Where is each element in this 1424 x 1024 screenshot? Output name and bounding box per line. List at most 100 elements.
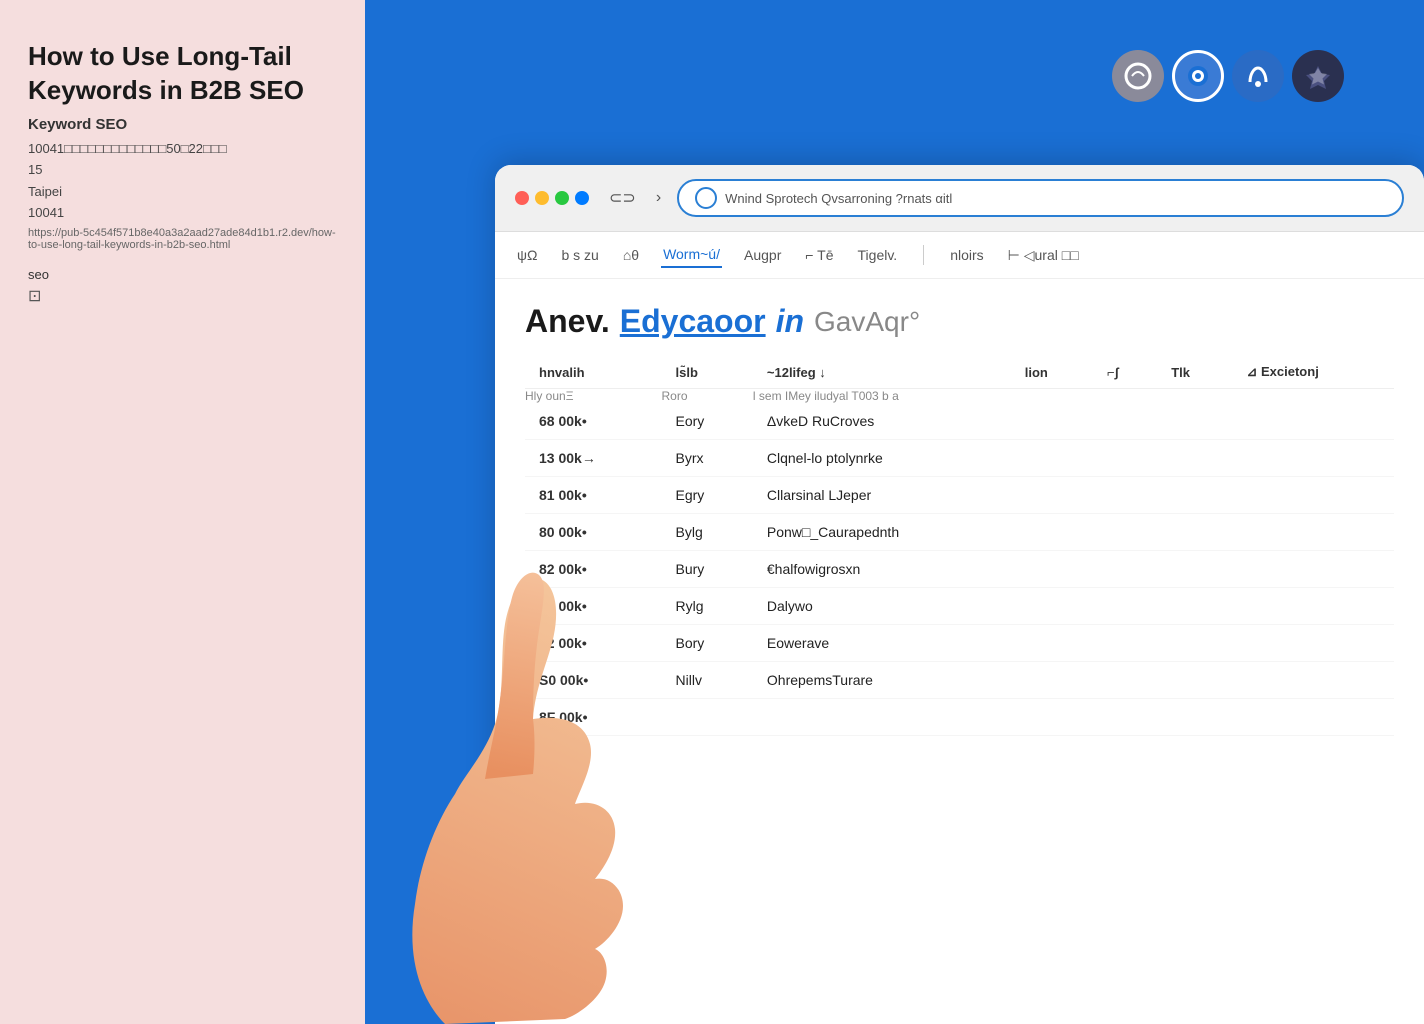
sidebar: How to Use Long-Tail Keywords in B2B SEO… (0, 0, 365, 1024)
address-text: Wnind Sprotech Qvsarroning ?rnats αitl (725, 191, 952, 206)
nav-tab-tigelv[interactable]: Tigelv. (856, 243, 900, 267)
page-title-part4: GavAqr° (814, 306, 920, 338)
nav-tab-icon1[interactable]: ψΩ (515, 243, 539, 267)
table-cell-2-3 (1011, 477, 1093, 514)
nav-tab-worm[interactable]: Worm~ú/ (661, 242, 722, 268)
table-cell-3-0: 80 00k• (525, 514, 662, 551)
table-cell-0-3 (1011, 403, 1093, 440)
traffic-light-yellow[interactable] (535, 191, 549, 205)
table-row[interactable]: 82 00k•Bury€halfowigrosxn (525, 551, 1394, 588)
traffic-light-red[interactable] (515, 191, 529, 205)
sidebar-url: https://pub-5c454f571b8e40a3a2aad27ade84… (28, 227, 337, 251)
sidebar-meta-line4: 10041 (28, 203, 337, 223)
sidebar-title: How to Use Long-Tail Keywords in B2B SEO (28, 40, 337, 108)
table-cell-3-2: Ponw□_Caurapednth (753, 514, 1011, 551)
table-cell-6-5 (1157, 625, 1232, 662)
table-cell-1-3 (1011, 440, 1093, 477)
table-cell-6-4 (1093, 625, 1157, 662)
table-row[interactable]: 13 00k→ByrxClqnel-lo ptolynrke (525, 440, 1394, 477)
table-cell-6-3 (1011, 625, 1093, 662)
table-row[interactable]: 17 00k•RylgDalywo (525, 588, 1394, 625)
table-cell-0-1: Eory (662, 403, 753, 440)
blue-background (365, 0, 1424, 190)
page-title-part1: Anev. (525, 303, 610, 340)
nav-tab-icon2[interactable]: ⌂θ (621, 243, 641, 267)
table-subheader-row: Hly ounΞ Roro l sem IMey iludyal T003 b … (525, 389, 1394, 404)
sidebar-meta-line2: 15 (28, 160, 337, 180)
page-title-part2: Edycaoor (620, 303, 766, 340)
table-cell-4-0: 82 00k• (525, 551, 662, 588)
table-cell-6-6 (1233, 625, 1395, 662)
traffic-light-blue[interactable] (575, 191, 589, 205)
table-cell-3-5 (1157, 514, 1232, 551)
subheader-col2: Roro (662, 389, 753, 404)
nav-tab-nloirs[interactable]: nloirs (948, 243, 985, 267)
table-cell-0-6 (1233, 403, 1395, 440)
table-cell-7-5 (1157, 662, 1232, 699)
table-cell-4-6 (1233, 551, 1395, 588)
table-row[interactable]: 8F 00k• (525, 699, 1394, 736)
col-header-1[interactable]: ls̃lb (662, 356, 753, 389)
table-cell-6-0: 32 00k• (525, 625, 662, 662)
table-cell-7-0: S0 00k• (525, 662, 662, 699)
table-cell-6-1: Bory (662, 625, 753, 662)
table-cell-7-4 (1093, 662, 1157, 699)
back-button[interactable]: ⊂⊃ (605, 186, 640, 210)
table-cell-0-2: ΔvkeD RuCroves (753, 403, 1011, 440)
copy-icon[interactable]: ⊡ (28, 288, 41, 305)
table-cell-7-3 (1011, 662, 1093, 699)
col-header-6[interactable]: ⊿ Excietonj (1233, 356, 1395, 389)
decorative-circle-3 (1232, 50, 1284, 102)
table-cell-4-4 (1093, 551, 1157, 588)
table-row[interactable]: S0 00k•NillvOhrepemsTurare (525, 662, 1394, 699)
col-header-5[interactable]: Tlk (1157, 356, 1232, 389)
col-header-0[interactable]: hnvalih (525, 356, 662, 389)
table-cell-3-3 (1011, 514, 1093, 551)
nav-tab-ural[interactable]: ⊢ ◁ural □□ (1006, 243, 1081, 268)
address-bar[interactable]: Wnind Sprotech Qvsarroning ?rnats αitl (677, 179, 1404, 217)
table-cell-4-3 (1011, 551, 1093, 588)
table-cell-4-1: Bury (662, 551, 753, 588)
table-cell-5-3 (1011, 588, 1093, 625)
table-cell-5-4 (1093, 588, 1157, 625)
table-cell-5-6 (1233, 588, 1395, 625)
nav-tab-bszu[interactable]: b s zu (559, 243, 600, 267)
subheader-col3: l sem IMey iludyal T003 b a (753, 389, 1394, 404)
sidebar-subtitle: Keyword SEO (28, 116, 337, 133)
decorative-circle-2 (1172, 50, 1224, 102)
table-body: 68 00k•EoryΔvkeD RuCroves13 00k→ByrxClqn… (525, 403, 1394, 736)
decorative-circle-1 (1112, 50, 1164, 102)
table-cell-8-6 (1233, 699, 1395, 736)
table-row[interactable]: 32 00k•BoryEowerave (525, 625, 1394, 662)
table-cell-0-0: 68 00k• (525, 403, 662, 440)
page-title-part3: in (776, 303, 804, 340)
col-header-3[interactable]: lion (1011, 356, 1093, 389)
browser-toolbar: ⊂⊃ › Wnind Sprotech Qvsarroning ?rnats α… (495, 165, 1424, 232)
browser-nav-tabs: ψΩ b s zu ⌂θ Worm~ú/ Augpr ⌐ Tē Tigelv. … (495, 232, 1424, 279)
table-cell-1-2: Clqnel-lo ptolynrke (753, 440, 1011, 477)
table-cell-1-4 (1093, 440, 1157, 477)
traffic-light-green[interactable] (555, 191, 569, 205)
nav-tab-te[interactable]: ⌐ Tē (803, 243, 835, 267)
forward-button[interactable]: › (652, 187, 665, 209)
nav-separator (923, 245, 924, 265)
col-header-2[interactable]: ~12lifeg ↓ (753, 356, 1011, 389)
table-cell-8-2 (753, 699, 1011, 736)
table-cell-2-0: 81 00k• (525, 477, 662, 514)
table-cell-8-3 (1011, 699, 1093, 736)
table-cell-3-4 (1093, 514, 1157, 551)
table-row[interactable]: 80 00k•BylgPonw□_Caurapednth (525, 514, 1394, 551)
table-row[interactable]: 81 00k•EgryCllarsinal LJeper (525, 477, 1394, 514)
browser-window: ⊂⊃ › Wnind Sprotech Qvsarroning ?rnats α… (495, 165, 1424, 1024)
traffic-lights (515, 191, 589, 205)
table-cell-0-4 (1093, 403, 1157, 440)
col-header-4[interactable]: ⌐ʃ (1093, 356, 1157, 389)
table-cell-5-0: 17 00k• (525, 588, 662, 625)
address-circle-icon (695, 187, 717, 209)
table-row[interactable]: 68 00k•EoryΔvkeD RuCroves (525, 403, 1394, 440)
nav-tab-augpr[interactable]: Augpr (742, 243, 783, 267)
table-cell-1-6 (1233, 440, 1395, 477)
table-cell-8-5 (1157, 699, 1232, 736)
table-cell-2-1: Egry (662, 477, 753, 514)
table-cell-3-1: Bylg (662, 514, 753, 551)
